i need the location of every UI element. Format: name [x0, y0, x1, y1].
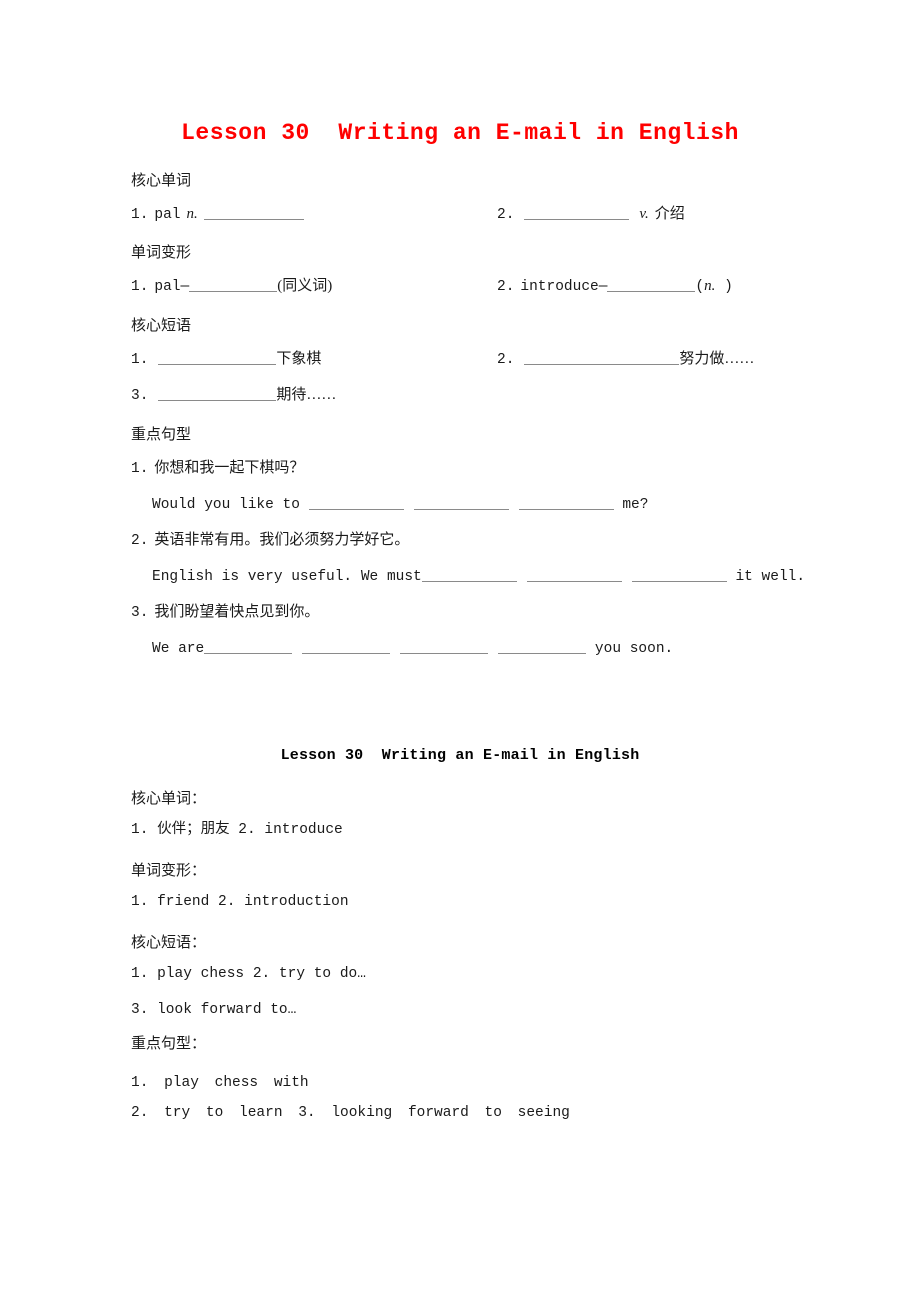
- key-sentence-1-english: Would you like to me?: [152, 496, 648, 515]
- part-of-speech: n.: [186, 206, 198, 222]
- answer-blank[interactable]: [413, 496, 509, 510]
- word-form-hint: (同义词): [277, 278, 333, 294]
- core-word-item-2: 2. v. 介绍: [497, 205, 685, 225]
- sentence-chinese: 你想和我一起下棋吗？: [154, 460, 305, 476]
- word-form-base: introduce—: [520, 279, 608, 295]
- sentence-english-after: it well.: [726, 569, 806, 585]
- item-number: 3.: [131, 388, 149, 404]
- item-number: 1.: [131, 461, 149, 477]
- core-word-text: pal: [154, 207, 181, 223]
- item-number: 1.: [131, 279, 149, 295]
- answer-line-core-phrases-1: 1. play chess 2. try to do…: [131, 966, 366, 982]
- core-phrase-item-2: 2. 努力做……: [497, 350, 754, 370]
- answer-line-core-phrases-2: 3. look forward to…: [131, 1002, 297, 1018]
- answer-blank[interactable]: [203, 206, 304, 220]
- paren-open: (: [695, 279, 705, 295]
- word-form-item-2: 2. introduce— (n. ): [497, 277, 733, 297]
- key-sentence-1-chinese: 1. 你想和我一起下棋吗？: [131, 459, 304, 479]
- answer-blank[interactable]: [607, 278, 696, 292]
- answer-blank[interactable]: [631, 568, 727, 582]
- item-number: 2.: [497, 352, 515, 368]
- page-title: Lesson 30 Writing an E-mail in English: [181, 120, 739, 146]
- item-number: 2.: [131, 533, 149, 549]
- part-of-speech: n.: [704, 278, 716, 294]
- key-sentence-2-chinese: 2. 英语非常有用。我们必须努力学好它。: [131, 531, 409, 551]
- word-form-base: pal—: [154, 279, 190, 295]
- item-number: 2.: [497, 279, 515, 295]
- core-phrase-meaning: 下象棋: [276, 351, 322, 367]
- sentence-english-after: me?: [613, 497, 649, 513]
- paren-close: ): [715, 279, 733, 295]
- item-number: 1.: [131, 207, 149, 223]
- answer-heading-key-sentences: 重点句型：: [131, 1036, 207, 1052]
- answer-blank[interactable]: [526, 568, 622, 582]
- answer-blank[interactable]: [421, 568, 517, 582]
- sentence-english-before: We are: [152, 641, 205, 657]
- item-number: 1.: [131, 352, 149, 368]
- answer-blank[interactable]: [524, 351, 680, 365]
- word-form-item-1: 1. pal— (同义词): [131, 277, 332, 297]
- answer-blank[interactable]: [524, 206, 630, 220]
- answer-line-key-sentences-1: 1. play chess with: [131, 1075, 309, 1091]
- sentence-chinese: 我们盼望着快点见到你。: [154, 604, 320, 620]
- sentence-english-before: Would you like to: [152, 497, 309, 513]
- key-sentence-3-english: We are you soon.: [152, 640, 673, 659]
- sentence-english-after: you soon.: [586, 641, 674, 657]
- core-phrase-item-3: 3. 期待……: [131, 386, 336, 406]
- answer-line-word-forms: 1. friend 2. introduction: [131, 894, 349, 910]
- part-of-speech: v.: [639, 206, 649, 222]
- core-phrase-meaning: 期待……: [276, 387, 337, 403]
- item-number: 3.: [131, 605, 149, 621]
- answer-line-key-sentences-2: 2. try to learn 3. looking forward to se…: [131, 1105, 570, 1121]
- sentence-english-before: English is very useful. We must: [152, 569, 422, 585]
- answer-blank[interactable]: [400, 640, 489, 654]
- answer-heading-core-phrases: 核心短语：: [131, 935, 207, 951]
- answer-blank[interactable]: [308, 496, 404, 510]
- answer-line-core-words: 1. 伙伴；朋友 2. introduce: [131, 822, 343, 838]
- section-heading-core-words: 核心单词: [131, 173, 192, 189]
- key-sentence-3-chinese: 3. 我们盼望着快点见到你。: [131, 603, 319, 623]
- core-word-item-1: 1. pal n.: [131, 205, 304, 225]
- answer-blank[interactable]: [518, 496, 614, 510]
- answer-heading-core-words: 核心单词：: [131, 791, 207, 807]
- section-heading-key-sentences: 重点句型: [131, 427, 192, 443]
- item-number: 2.: [497, 207, 515, 223]
- answer-blank[interactable]: [158, 387, 277, 401]
- answer-blank[interactable]: [302, 640, 391, 654]
- core-word-meaning: 介绍: [654, 206, 685, 222]
- answer-blank[interactable]: [204, 640, 293, 654]
- key-sentence-2-english: English is very useful. We must it well.: [152, 568, 805, 587]
- answer-blank[interactable]: [498, 640, 587, 654]
- answer-blank[interactable]: [189, 278, 278, 292]
- section-heading-word-forms: 单词变形: [131, 245, 192, 261]
- section-heading-core-phrases: 核心短语: [131, 318, 192, 334]
- core-phrase-meaning: 努力做……: [679, 351, 755, 367]
- answer-heading-word-forms: 单词变形：: [131, 863, 207, 879]
- worksheet-page: Lesson 30 Writing an E-mail in English 核…: [0, 0, 920, 1302]
- sentence-chinese: 英语非常有用。我们必须努力学好它。: [154, 532, 410, 548]
- core-phrase-item-1: 1. 下象棋: [131, 350, 321, 370]
- answer-blank[interactable]: [158, 351, 277, 365]
- answer-key-title: Lesson 30 Writing an E-mail in English: [280, 747, 640, 764]
